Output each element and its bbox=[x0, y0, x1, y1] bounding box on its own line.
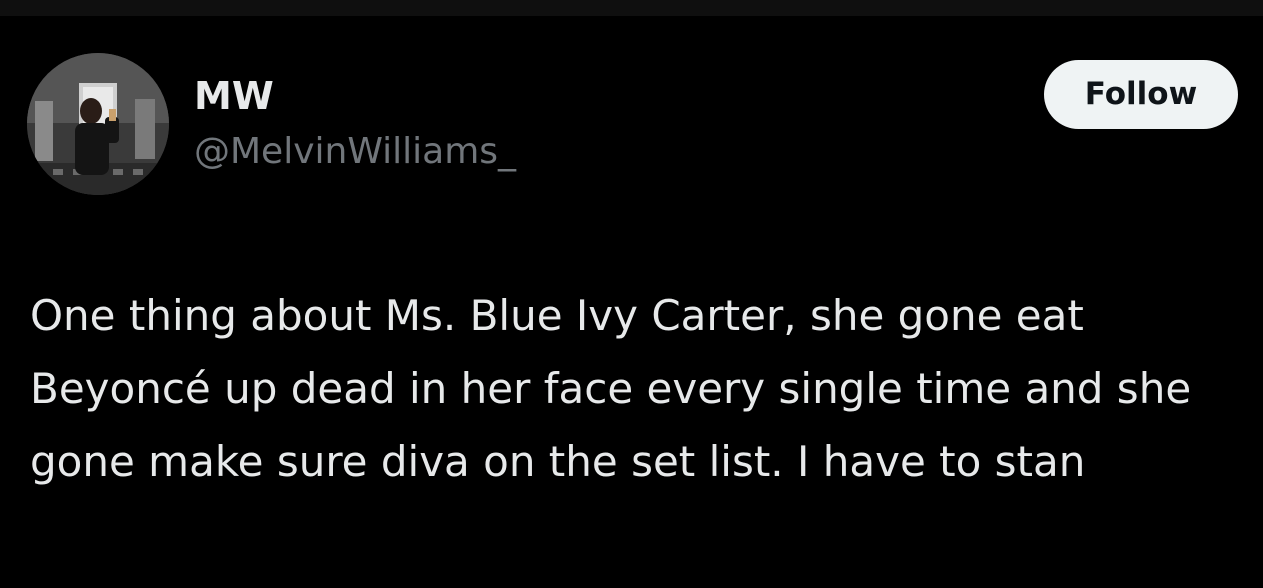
avatar[interactable] bbox=[27, 53, 169, 195]
author-display-name[interactable]: MW bbox=[194, 74, 274, 118]
tweet-card: MW @MelvinWilliams_ Follow One thing abo… bbox=[0, 16, 1263, 588]
tweet-text: One thing about Ms. Blue Ivy Carter, she… bbox=[30, 291, 1192, 486]
follow-button[interactable]: Follow bbox=[1044, 60, 1238, 129]
top-edge-strip bbox=[0, 0, 1263, 16]
author-handle[interactable]: @MelvinWilliams_ bbox=[194, 130, 516, 174]
avatar-image bbox=[27, 53, 169, 195]
